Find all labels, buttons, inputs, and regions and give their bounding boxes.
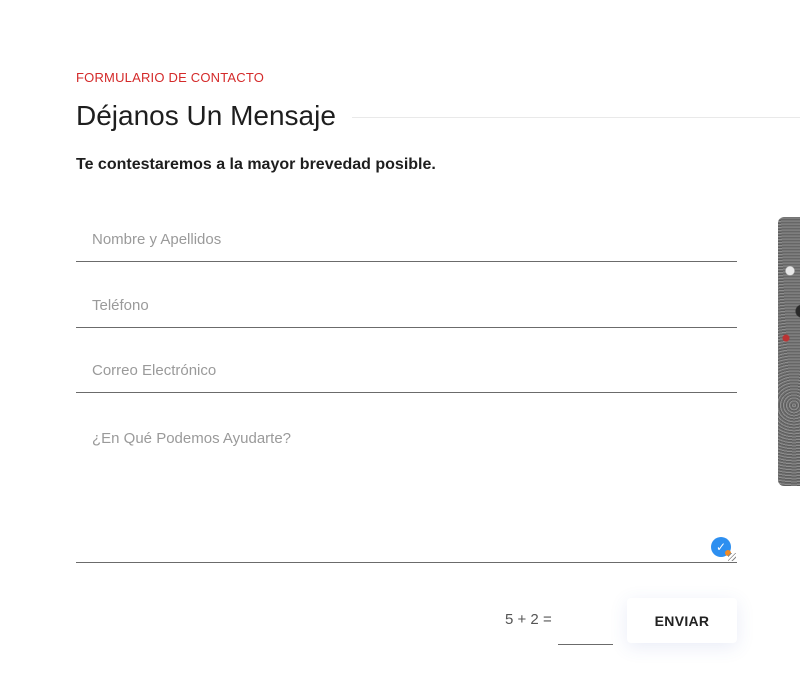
phone-field[interactable]: [76, 283, 737, 328]
page-subtitle: Te contestaremos a la mayor brevedad pos…: [76, 156, 436, 173]
title-row: Déjanos Un Mensaje: [76, 98, 800, 134]
section-eyebrow: FORMULARIO DE CONTACTO: [76, 70, 265, 85]
captcha-input[interactable]: [558, 616, 613, 645]
name-field[interactable]: [76, 218, 737, 262]
motorcycle-photo: [778, 217, 800, 486]
send-button[interactable]: ENVIAR: [627, 598, 737, 643]
contact-page: FORMULARIO DE CONTACTO Déjanos Un Mensaj…: [0, 0, 800, 680]
email-field[interactable]: [76, 349, 737, 393]
title-divider: [351, 116, 800, 118]
message-field[interactable]: [76, 418, 737, 563]
captcha-question: 5 + 2 =: [505, 611, 552, 628]
resize-grip-icon[interactable]: [728, 553, 736, 561]
page-title: Déjanos Un Mensaje: [76, 100, 336, 131]
